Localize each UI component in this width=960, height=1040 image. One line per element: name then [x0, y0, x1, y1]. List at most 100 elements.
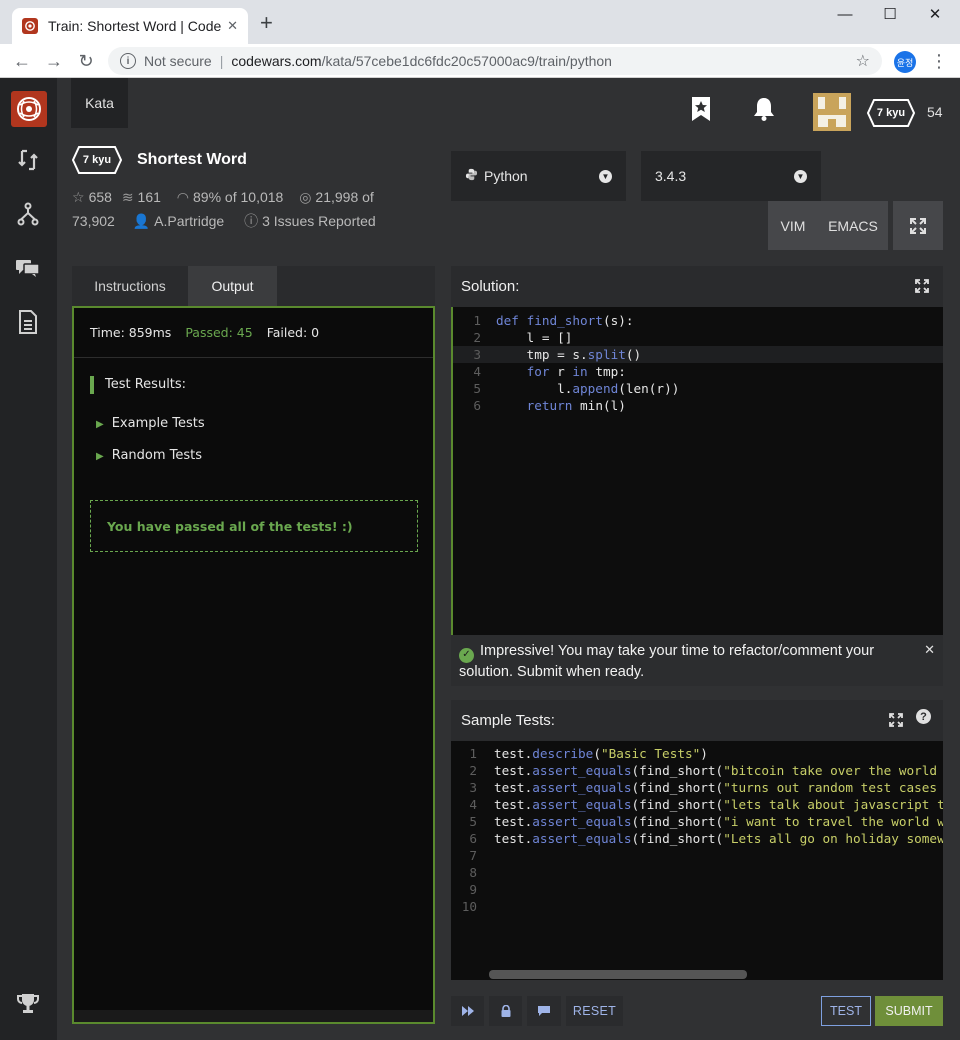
- version-label: 3.4.3: [655, 168, 687, 184]
- output-summary: Time: 859ms Passed: 45 Failed: 0: [74, 308, 433, 358]
- user-rank-badge: 7 kyu: [867, 99, 915, 127]
- chat-bubble-icon: [538, 1006, 550, 1016]
- info-icon[interactable]: i: [120, 53, 136, 69]
- minimize-button[interactable]: —: [822, 4, 868, 26]
- output-time: Time: 859ms: [90, 325, 172, 340]
- browser-menu-icon[interactable]: ⋮: [930, 49, 948, 73]
- reset-button[interactable]: RESET: [566, 996, 623, 1026]
- success-notice: ✓ Impressive! You may take your time to r…: [451, 635, 943, 686]
- codewars-logo-icon[interactable]: [11, 91, 47, 127]
- code-line: 9: [469, 882, 477, 897]
- submit-button[interactable]: SUBMIT: [875, 996, 943, 1026]
- expand-tests-icon[interactable]: [889, 713, 903, 732]
- notifications-bell-icon[interactable]: [752, 96, 776, 127]
- docs-icon[interactable]: [14, 308, 42, 336]
- omnibox-separator: |: [219, 53, 224, 69]
- kata-satisfaction: 89% of 10,018: [193, 189, 284, 205]
- kata-collections[interactable]: 161: [138, 189, 161, 205]
- tab-output[interactable]: Output: [188, 266, 277, 306]
- trophy-icon[interactable]: [14, 990, 42, 1018]
- author-icon: 👤: [132, 213, 151, 229]
- code-line: 1 def find_short(s):: [473, 313, 634, 328]
- output-failed: Failed: 0: [266, 325, 320, 340]
- kata-nav-tab[interactable]: Kata: [71, 78, 128, 128]
- profile-avatar[interactable]: 윤정: [894, 51, 916, 73]
- chevron-down-icon: ▼: [599, 169, 612, 183]
- vim-mode-button[interactable]: VIM: [768, 201, 818, 250]
- fast-forward-icon: [461, 1006, 474, 1016]
- sample-tests-title: Sample Tests:: [461, 712, 555, 729]
- browser-tab[interactable]: Train: Shortest Word | Codewars ✕: [12, 8, 248, 44]
- back-arrow-icon[interactable]: ←: [10, 49, 34, 73]
- code-line: 5 test.assert_equals(find_short("i want t…: [469, 814, 943, 829]
- kata-stars[interactable]: 658: [89, 189, 112, 205]
- fullscreen-button[interactable]: [893, 201, 943, 250]
- kata-stats-row: ☆ 658 ≋ 161 ◠ 89% of 10,018 ◎ 21,998 of: [72, 189, 374, 206]
- discuss-icon[interactable]: [14, 254, 42, 282]
- code-line: 4 test.assert_equals(find_short("lets tal…: [469, 797, 943, 812]
- code-line: 7: [469, 848, 477, 863]
- code-line: 2 l = []: [473, 330, 573, 345]
- check-circle-icon: ✓: [459, 647, 474, 663]
- code-line: 10: [461, 899, 477, 914]
- kata-meta-row: 73,902 👤 A.Partridge ⓘ 3 Issues Reported: [72, 211, 376, 231]
- test-group-label: Example Tests: [111, 416, 205, 431]
- close-window-button[interactable]: ✕: [912, 4, 958, 26]
- maximize-button[interactable]: ☐: [867, 4, 913, 26]
- python-icon: [465, 168, 478, 184]
- star-icon: ☆: [72, 189, 85, 205]
- code-line: 8: [469, 865, 477, 880]
- solution-editor[interactable]: 1 def find_short(s): 2 l = [] 3 tmp = s.s…: [451, 307, 943, 635]
- test-button[interactable]: TEST: [821, 996, 871, 1026]
- version-select[interactable]: 3.4.3 ▼: [641, 151, 821, 201]
- test-group-example[interactable]: ▶ Example Tests: [96, 416, 205, 431]
- notice-message: Impressive! You may take your time to re…: [459, 643, 875, 680]
- bookmark-icon[interactable]: [690, 96, 712, 127]
- close-icon[interactable]: ✕: [924, 641, 935, 659]
- test-group-random[interactable]: ▶ Random Tests: [96, 448, 202, 463]
- sample-tests-header: Sample Tests:: [451, 700, 943, 741]
- help-icon[interactable]: ?: [916, 709, 931, 724]
- code-line-active: 3 tmp = s.split(): [453, 346, 943, 363]
- discuss-button[interactable]: [527, 996, 561, 1026]
- fork-icon[interactable]: [14, 200, 42, 228]
- output-panel: Time: 859ms Passed: 45 Failed: 0 Test Re…: [72, 306, 435, 1024]
- code-line: 4 for r in tmp:: [473, 364, 626, 379]
- code-line: 6 return min(l): [473, 398, 626, 413]
- kata-author[interactable]: A.Partridge: [154, 213, 224, 229]
- not-secure-label: Not secure: [144, 53, 212, 69]
- codewars-favicon-icon: [22, 18, 38, 34]
- unlock-solutions-button[interactable]: [489, 996, 522, 1026]
- forward-arrow-icon[interactable]: →: [42, 49, 66, 73]
- language-label: Python: [484, 168, 528, 184]
- expand-triangle-icon: ▶: [96, 419, 104, 430]
- user-avatar[interactable]: [813, 93, 851, 131]
- new-tab-button[interactable]: +: [260, 12, 273, 34]
- tab-title: Train: Shortest Word | Codewars: [48, 18, 222, 34]
- left-sidebar: [0, 78, 57, 1040]
- address-bar: ← → ↻ i Not secure | codewars.com /kata/…: [0, 44, 960, 78]
- code-line: 5 l.append(len(r)): [473, 381, 680, 396]
- sample-tests-editor[interactable]: 1 test.describe("Basic Tests") 2 test.asser…: [451, 741, 943, 980]
- language-select[interactable]: Python ▼: [451, 151, 626, 201]
- kata-issues[interactable]: 3 Issues Reported: [262, 213, 376, 229]
- satisfaction-eye-icon: ◠: [176, 189, 190, 205]
- tests-horizontal-scrollbar[interactable]: [489, 970, 747, 979]
- collections-icon: ≋: [121, 189, 134, 205]
- url-path: /kata/57cebe1dc6fdc20c57000ac9/train/pyt…: [321, 53, 612, 69]
- bookmark-star-icon[interactable]: ☆: [856, 51, 870, 71]
- practice-icon[interactable]: [14, 146, 42, 174]
- kata-rank-label: 7 kyu: [82, 154, 112, 166]
- url-input[interactable]: i Not secure | codewars.com /kata/57cebe…: [108, 47, 882, 75]
- code-line: 6 test.assert_equals(find_short("Lets all…: [469, 831, 943, 846]
- expand-solution-icon[interactable]: [915, 279, 929, 298]
- test-group-label: Random Tests: [111, 448, 203, 463]
- tab-instructions[interactable]: Instructions: [72, 266, 188, 306]
- reload-icon[interactable]: ↻: [74, 49, 98, 73]
- emacs-mode-button[interactable]: EMACS: [818, 201, 888, 250]
- output-passed: Passed: 45: [185, 325, 253, 340]
- output-scrollbar[interactable]: [74, 1010, 433, 1022]
- test-results-title: Test Results:: [90, 376, 186, 394]
- skip-button[interactable]: [451, 996, 484, 1026]
- tab-close-icon[interactable]: ✕: [227, 18, 238, 34]
